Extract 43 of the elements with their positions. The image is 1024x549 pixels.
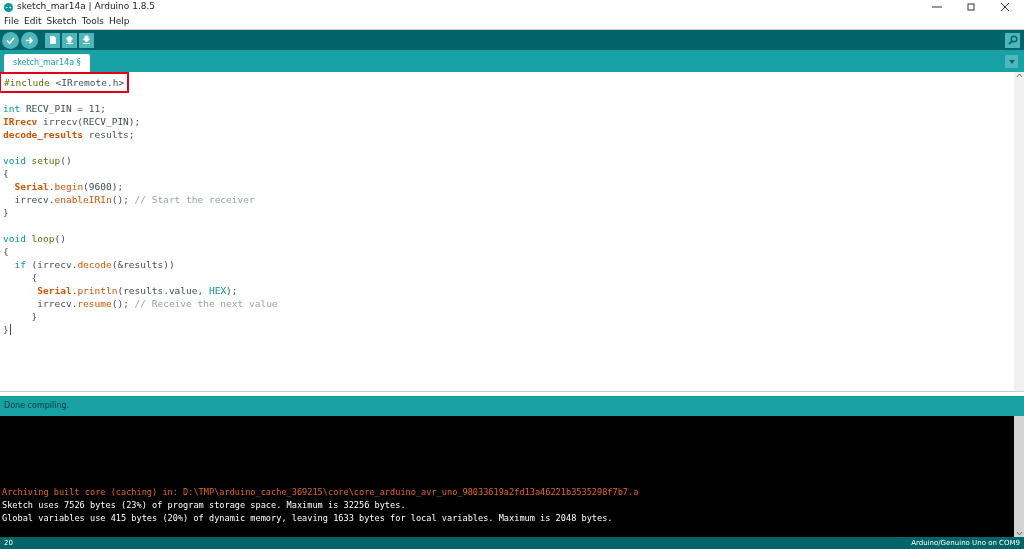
code-line: Serial.begin(9600); xyxy=(13,180,124,193)
arrow-up-icon xyxy=(65,35,74,45)
console-output: Archiving built core (caching) in: D:\TMP\arduino_cache_369215\core\core_arduino_avr_uno_98033619a2fd13a46221b3535298f7b7.a Sketch uses 7526 bytes (23%) of program storage space. Maximum is 32256 bytes. Global variables use 415 bytes (20%) of dynamic memory, leaving 1633 bytes for local variables. Maximum is 2048 bytes. xyxy=(1,486,640,525)
code-line: int RECV_PIN = 11; xyxy=(3,102,106,115)
code-line: } xyxy=(30,310,38,323)
code-line: void setup() xyxy=(3,154,72,167)
arrow-down-icon xyxy=(82,35,91,45)
scroll-down-icon[interactable] xyxy=(1015,530,1023,537)
menu-item[interactable]: Sketch xyxy=(46,14,77,29)
code-line: IRrecv irrecv(RECV_PIN); xyxy=(3,115,141,128)
code-line: } xyxy=(3,323,9,336)
console-scrollbar[interactable] xyxy=(1014,416,1024,537)
code-line: irrecv.resume(); // Receive the next value xyxy=(36,297,278,310)
window-title: sketch_mar14a | Arduino 1.8.5 xyxy=(17,0,156,14)
code-line: { xyxy=(30,271,38,284)
code-line: { xyxy=(3,245,9,258)
verify-button[interactable] xyxy=(2,31,19,49)
open-button[interactable] xyxy=(62,32,77,48)
code-line: { xyxy=(3,167,9,180)
status-message: Done compiling. xyxy=(4,400,70,412)
code-line: if (irrecv.decode(&results)) xyxy=(13,258,175,271)
scrollbar[interactable] xyxy=(1014,72,1024,391)
menu-item[interactable]: File xyxy=(4,14,20,29)
code-line: Serial.println(results.value, HEX); xyxy=(36,284,238,297)
save-button[interactable] xyxy=(79,32,94,48)
caret-icon xyxy=(1008,59,1015,64)
tab-menu-button[interactable] xyxy=(1005,55,1018,68)
code-line: } xyxy=(3,206,9,219)
document-icon xyxy=(48,35,57,45)
upload-button[interactable] xyxy=(21,31,38,49)
serial-monitor-button[interactable] xyxy=(1005,32,1020,48)
code-line: irrecv.enableIRIn(); // Start the receiver xyxy=(13,193,255,206)
arrow-right-icon xyxy=(25,35,34,45)
menu-item[interactable]: Edit xyxy=(24,14,42,29)
code-line: decode_results results; xyxy=(3,128,135,141)
menu-item[interactable]: Help xyxy=(109,14,130,29)
search-icon xyxy=(1007,35,1018,45)
new-button[interactable] xyxy=(45,32,60,48)
menu-item[interactable]: Tools xyxy=(81,14,104,29)
checkmark-icon xyxy=(6,35,15,45)
text-cursor xyxy=(9,324,11,335)
code-line: void loop() xyxy=(3,232,66,245)
scroll-up-icon[interactable] xyxy=(1015,72,1023,79)
